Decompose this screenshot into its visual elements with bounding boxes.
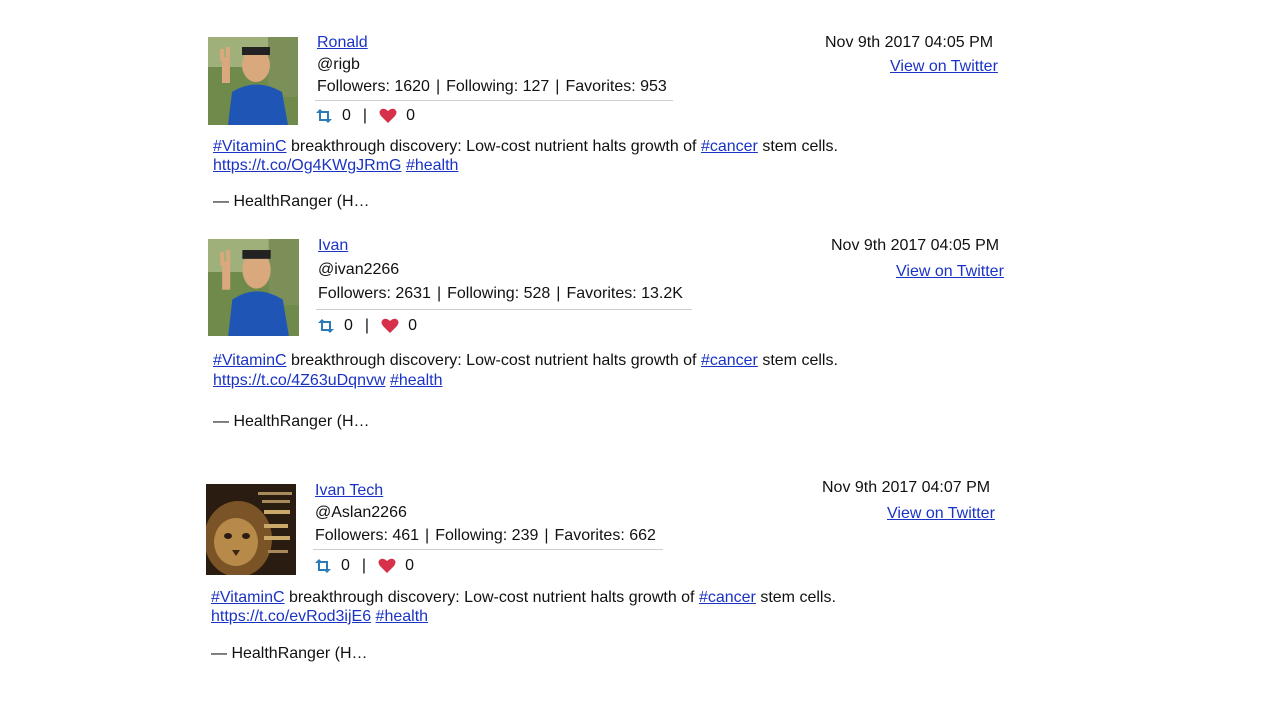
favorites-count: Favorites: 662 — [554, 527, 656, 544]
tweet-actions: 0 | 0 — [317, 316, 417, 336]
hashtag-link[interactable]: #health — [390, 372, 443, 389]
tweet-timestamp: Nov 9th 2017 04:07 PM — [822, 479, 991, 496]
user-handle: @rigb — [317, 56, 360, 73]
hashtag-link[interactable]: #VitaminC — [213, 352, 287, 369]
retweet-count: 0 — [342, 107, 351, 124]
hashtag-link[interactable]: #VitaminC — [213, 138, 287, 155]
hashtag-link[interactable]: #cancer — [699, 589, 756, 606]
followers-count: Followers: 461 — [315, 527, 420, 544]
avatar[interactable] — [208, 37, 298, 125]
user-handle: @ivan2266 — [318, 261, 400, 278]
following-count: Following: 127 — [446, 78, 550, 95]
heart-icon[interactable] — [378, 558, 396, 574]
like-count: 0 — [406, 107, 415, 124]
tweet-timestamp: Nov 9th 2017 04:05 PM — [831, 237, 1000, 254]
heart-icon[interactable] — [381, 318, 399, 334]
retweet-icon[interactable] — [315, 109, 333, 123]
divider — [316, 309, 692, 310]
lion-photo-icon — [206, 484, 296, 575]
person-photo-icon — [208, 239, 299, 336]
stats-separator: | — [435, 78, 441, 95]
person-photo-icon — [208, 37, 298, 125]
tweet-attribution: — HealthRanger (H… — [213, 413, 370, 430]
tweet-card: Ivan @ivan2266 Followers: 2631 | Following… — [207, 236, 1007, 436]
tweet-timestamp: Nov 9th 2017 04:05 PM — [825, 34, 994, 51]
hashtag-link[interactable]: #VitaminC — [211, 589, 285, 606]
tweet-text: #VitaminC breakthrough discovery: Low-co… — [211, 588, 836, 607]
stats-separator: | — [425, 527, 430, 544]
like-count: 0 — [405, 557, 414, 574]
like-count: 0 — [408, 317, 417, 334]
actions-separator: | — [364, 317, 370, 334]
tweet-text-segment: stem cells. — [757, 352, 838, 369]
tweet-card: Ronald @rigb Followers: 1620 | Following: … — [207, 33, 1007, 218]
tweet-text-segment: breakthrough discovery: Low-cost nutrien… — [286, 352, 701, 369]
tweet-links: https://t.co/4Z63uDqnvw #health — [213, 371, 442, 390]
user-stats: Followers: 2631 | Following: 528 | Favorites… — [318, 284, 683, 304]
favorites-count: Favorites: 953 — [565, 78, 667, 95]
heart-icon[interactable] — [379, 108, 397, 124]
tweet-actions: 0 | 0 — [314, 556, 414, 576]
hashtag-link[interactable]: #health — [406, 157, 459, 174]
view-on-twitter-link[interactable]: View on Twitter — [887, 505, 995, 522]
hashtag-link[interactable]: #health — [376, 608, 429, 625]
retweet-count: 0 — [341, 557, 350, 574]
followers-count: Followers: 1620 — [317, 78, 430, 95]
retweet-icon[interactable] — [314, 559, 332, 573]
divider — [313, 549, 663, 550]
tweet-card: Ivan Tech @Aslan2266 Followers: 461 | Foll… — [205, 479, 1005, 671]
user-name-link[interactable]: Ivan Tech — [315, 482, 383, 499]
tweet-actions: 0 | 0 — [315, 106, 415, 126]
view-on-twitter-link[interactable]: View on Twitter — [890, 58, 998, 75]
tweet-text-segment: breakthrough discovery: Low-cost nutrien… — [284, 589, 699, 606]
avatar[interactable] — [206, 484, 296, 575]
tweet-text-segment: stem cells. — [755, 589, 836, 606]
tweet-text-segment: breakthrough discovery: Low-cost nutrien… — [286, 138, 701, 155]
tweet-url-link[interactable]: https://t.co/evRod3ijE6 — [211, 608, 371, 625]
tweet-text-segment: stem cells. — [757, 138, 838, 155]
retweet-icon[interactable] — [317, 319, 335, 333]
following-count: Following: 239 — [435, 527, 539, 544]
divider — [315, 100, 673, 101]
tweet-text: #VitaminC breakthrough discovery: Low-co… — [213, 137, 838, 156]
user-name-link[interactable]: Ivan — [318, 237, 348, 254]
user-stats: Followers: 1620 | Following: 127 | Favorites… — [317, 77, 667, 97]
user-name-link[interactable]: Ronald — [317, 34, 368, 51]
stats-separator: | — [556, 285, 561, 302]
tweet-attribution: — HealthRanger (H… — [213, 193, 370, 210]
hashtag-link[interactable]: #cancer — [701, 138, 758, 155]
user-stats: Followers: 461 | Following: 239 | Favorites:… — [315, 526, 656, 546]
retweet-count: 0 — [344, 317, 353, 334]
stats-separator: | — [544, 527, 549, 544]
tweet-links: https://t.co/Og4KWgJRmG #health — [213, 156, 458, 175]
tweet-url-link[interactable]: https://t.co/4Z63uDqnvw — [213, 372, 386, 389]
stats-separator: | — [555, 78, 560, 95]
tweet-links: https://t.co/evRod3ijE6 #health — [211, 607, 428, 626]
tweet-text: #VitaminC breakthrough discovery: Low-co… — [213, 351, 838, 370]
avatar[interactable] — [208, 239, 299, 336]
followers-count: Followers: 2631 — [318, 285, 431, 302]
user-handle: @Aslan2266 — [315, 504, 407, 521]
favorites-count: Favorites: 13.2K — [566, 285, 683, 302]
tweet-attribution: — HealthRanger (H… — [211, 645, 368, 662]
following-count: Following: 528 — [447, 285, 551, 302]
hashtag-link[interactable]: #cancer — [701, 352, 758, 369]
view-on-twitter-link[interactable]: View on Twitter — [896, 263, 1004, 280]
actions-separator: | — [361, 557, 367, 574]
stats-separator: | — [436, 285, 442, 302]
actions-separator: | — [362, 107, 368, 124]
tweet-url-link[interactable]: https://t.co/Og4KWgJRmG — [213, 157, 402, 174]
